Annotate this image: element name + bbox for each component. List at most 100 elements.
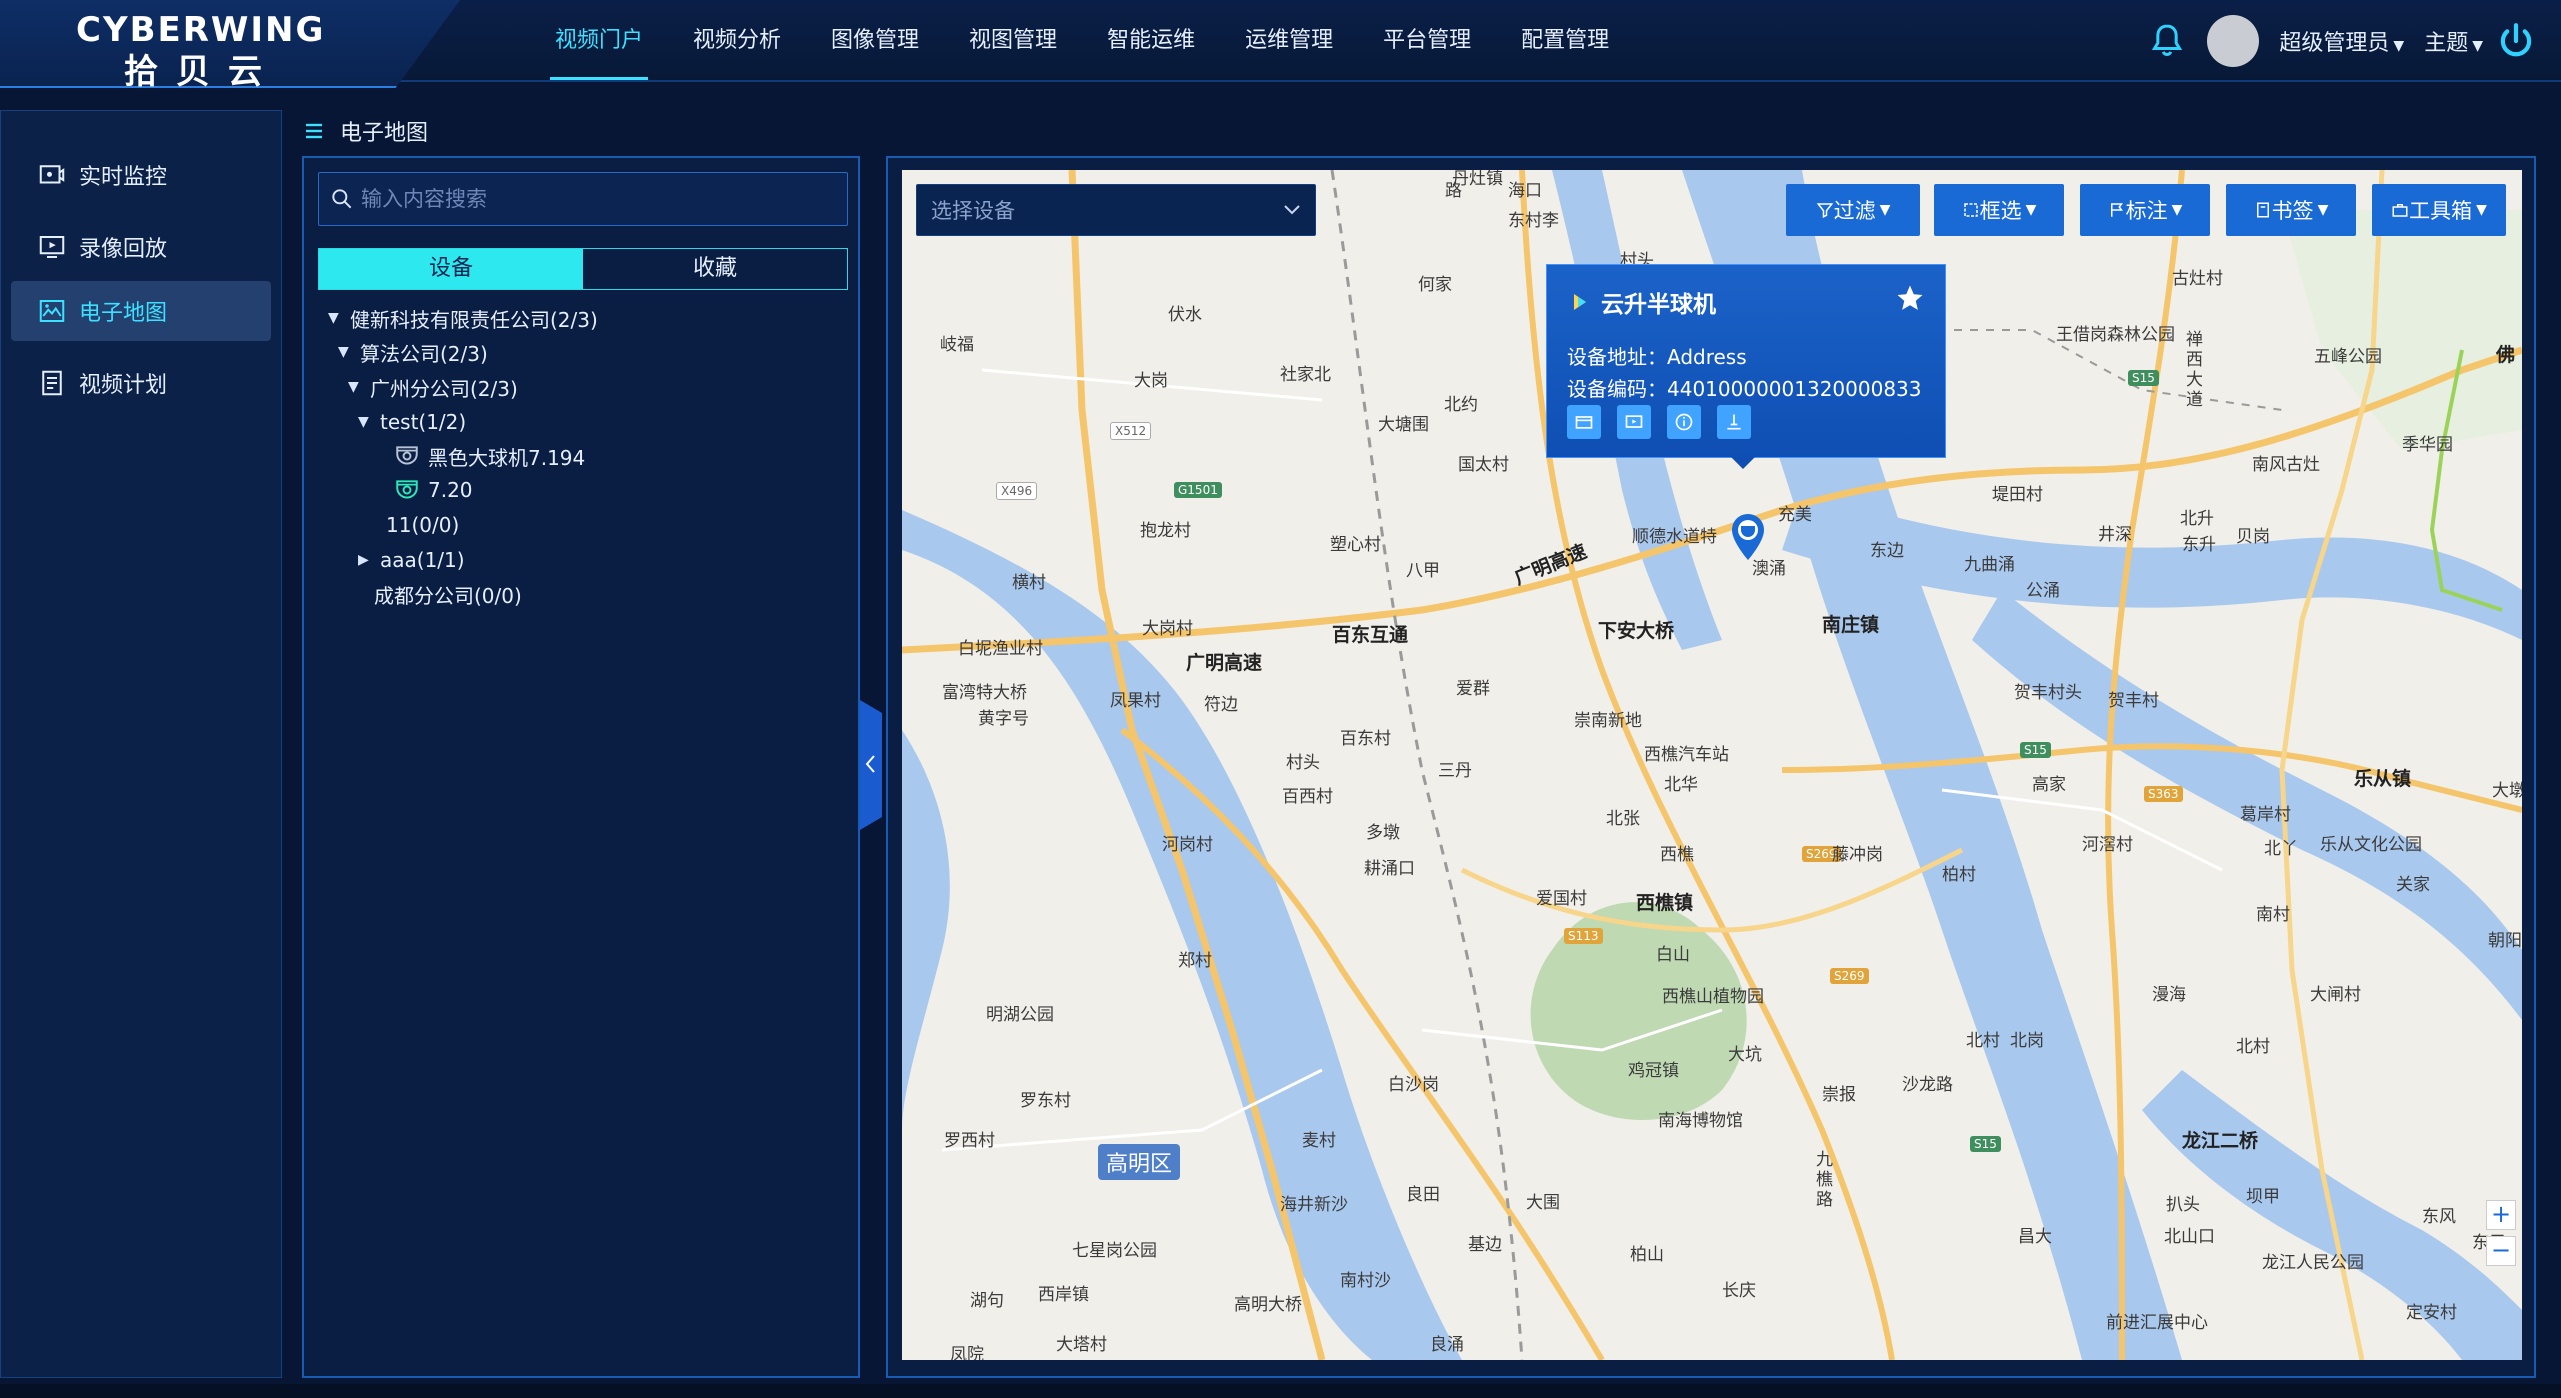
map-label: 西樵镇 xyxy=(1636,892,1694,914)
sidebar-item-video-plan[interactable]: 视频计划 xyxy=(11,353,271,413)
device-select-placeholder: 选择设备 xyxy=(931,199,1015,223)
map-label: 白坭渔业村 xyxy=(958,639,1043,659)
chevron-down-icon: ▼ xyxy=(2025,202,2037,218)
map-label: 北约 xyxy=(1444,395,1478,415)
bell-icon[interactable] xyxy=(2147,21,2187,61)
menu-icon[interactable] xyxy=(302,119,326,143)
caret-down-icon[interactable]: ▼ xyxy=(358,414,380,430)
sidebar-item-e-map[interactable]: 电子地图 xyxy=(11,281,271,341)
caret-right-icon[interactable]: ▶ xyxy=(358,552,380,568)
map-label: 五峰公园 xyxy=(2314,347,2382,367)
map-label: 充美 xyxy=(1778,505,1812,525)
box-select-button[interactable]: 框选 ▼ xyxy=(1934,184,2064,236)
caret-down-icon[interactable]: ▼ xyxy=(338,344,360,360)
map-label: 鸡冠镇 xyxy=(1628,1061,1679,1081)
theme-menu[interactable]: 主题 ▼ xyxy=(2424,25,2483,57)
map-label: 崇南新地 xyxy=(1574,711,1642,731)
map-label: 南村沙 xyxy=(1340,1271,1391,1291)
nav-item-config-management[interactable]: 配置管理 xyxy=(1496,0,1634,82)
star-icon[interactable] xyxy=(1895,283,1925,313)
locate-button[interactable] xyxy=(1717,405,1751,439)
nav-item-platform-management[interactable]: 平台管理 xyxy=(1358,0,1496,82)
map-label: 西樵 xyxy=(1660,845,1694,865)
chevron-down-icon: ▼ xyxy=(2317,202,2329,218)
device-marker-icon[interactable] xyxy=(1730,512,1766,562)
filter-button[interactable]: 过滤 ▼ xyxy=(1786,184,1920,236)
play-video-icon xyxy=(1625,415,1643,428)
map-label: 湖句 xyxy=(970,1291,1004,1311)
caret-down-icon[interactable]: ▼ xyxy=(348,379,370,395)
sidebar-item-label: 视频计划 xyxy=(79,373,168,398)
nav-item-ops-management[interactable]: 运维管理 xyxy=(1220,0,1358,82)
nav-item-video-analysis[interactable]: 视频分析 xyxy=(668,0,806,82)
tree-node-label: aaa(1/1) xyxy=(380,548,465,572)
avatar[interactable] xyxy=(2207,15,2260,67)
tree-node[interactable]: ▶ aaa(1/1) xyxy=(358,544,465,576)
device-select[interactable]: 选择设备 xyxy=(916,184,1316,236)
sidebar: 实时监控 录像回放 电子地图 视频计划 xyxy=(0,110,282,1378)
tab-favorites[interactable]: 收藏 xyxy=(583,249,847,289)
search-input[interactable] xyxy=(359,173,839,225)
snapshot-button[interactable] xyxy=(1567,405,1601,439)
popup-device-name: 云升半球机 xyxy=(1601,292,1716,318)
user-menu[interactable]: 超级管理员 ▼ xyxy=(2279,25,2404,57)
map-label: 抱龙村 xyxy=(1140,521,1191,541)
tree-node-device[interactable]: 黑色大球机7.194 xyxy=(394,440,585,472)
device-info-popup: 云升半球机 设备地址：Address 设备编码：4401000000132000… xyxy=(1546,264,1946,469)
map-label: 南庄镇 xyxy=(1822,614,1880,636)
map-label: 良涌 xyxy=(1430,1335,1464,1355)
map-label: 前进汇展中心 xyxy=(2106,1313,2208,1333)
bookmark-button[interactable]: 书签 ▼ xyxy=(2226,184,2356,236)
zoom-controls: + − xyxy=(2486,1200,2516,1272)
zoom-in-button[interactable]: + xyxy=(2486,1200,2516,1230)
road-badge: S269 xyxy=(1830,968,1869,984)
monitor-icon xyxy=(39,165,65,184)
sidebar-item-live-monitor[interactable]: 实时监控 xyxy=(11,145,271,205)
map-label: 百东村 xyxy=(1340,729,1391,749)
toolbox-button[interactable]: 工具箱 ▼ xyxy=(2372,184,2506,236)
zoom-out-button[interactable]: − xyxy=(2486,1236,2516,1266)
tab-devices[interactable]: 设备 xyxy=(319,249,583,289)
nav-item-smart-ops[interactable]: 智能运维 xyxy=(1082,0,1220,82)
map-label: 公涌 xyxy=(2026,581,2060,601)
info-button[interactable] xyxy=(1667,405,1701,439)
annotate-button[interactable]: 标注 ▼ xyxy=(2080,184,2210,236)
tree-node-device[interactable]: 7.20 xyxy=(394,474,473,506)
collapse-panel-handle[interactable] xyxy=(860,700,882,830)
caret-down-icon[interactable]: ▼ xyxy=(328,310,350,326)
play-video-button[interactable] xyxy=(1617,405,1651,439)
map-label: 九樵路 xyxy=(1816,1150,1833,1210)
map-label: 伏水 xyxy=(1168,305,1202,325)
map-label: 葛岸村 xyxy=(2240,805,2291,825)
header-right: 超级管理员 ▼ 主题 ▼ xyxy=(2147,0,2561,82)
tree-node[interactable]: ▼ 算法公司(2/3) xyxy=(338,336,488,368)
map-label: 乐从文化公园 xyxy=(2320,835,2422,855)
info-icon xyxy=(1675,413,1693,431)
map-label: 昌大 xyxy=(2018,1227,2052,1247)
tree-node[interactable]: ▼ test(1/2) xyxy=(358,406,466,438)
power-icon[interactable] xyxy=(2495,20,2537,62)
map-label: 村头 xyxy=(1286,753,1320,773)
road-badge: X512 xyxy=(1110,422,1152,440)
chevron-down-icon: ▼ xyxy=(1879,202,1891,218)
map-label: 多墩 xyxy=(1366,823,1400,843)
map-label: 何家 xyxy=(1418,275,1452,295)
nav-item-view-management[interactable]: 视图管理 xyxy=(944,0,1082,82)
sidebar-item-playback[interactable]: 录像回放 xyxy=(11,217,271,277)
map-label: 海井新沙 xyxy=(1280,1195,1348,1215)
tree-node-label: 黑色大球机7.194 xyxy=(428,445,586,470)
chevron-down-icon: ▼ xyxy=(2476,202,2487,218)
nav-item-image-management[interactable]: 图像管理 xyxy=(806,0,944,82)
tree-node[interactable]: 11(0/0) xyxy=(386,509,459,541)
tree-node-label: 7.20 xyxy=(428,478,473,502)
map-icon xyxy=(39,300,65,322)
road-badge: S113 xyxy=(1564,928,1603,944)
map-label: 爱群 xyxy=(1456,679,1490,699)
tree-node[interactable]: 成都分公司(0/0) xyxy=(374,578,522,610)
map-label: 柏村 xyxy=(1942,865,1976,885)
tree-node[interactable]: ▼ 广州分公司(2/3) xyxy=(348,371,518,403)
tree-node[interactable]: ▼ 健新科技有限责任公司(2/3) xyxy=(328,302,598,334)
map-label: 北升 xyxy=(2180,509,2214,529)
map-label: 贺丰村头 xyxy=(2014,683,2082,703)
nav-item-video-portal[interactable]: 视频门户 xyxy=(530,0,668,82)
